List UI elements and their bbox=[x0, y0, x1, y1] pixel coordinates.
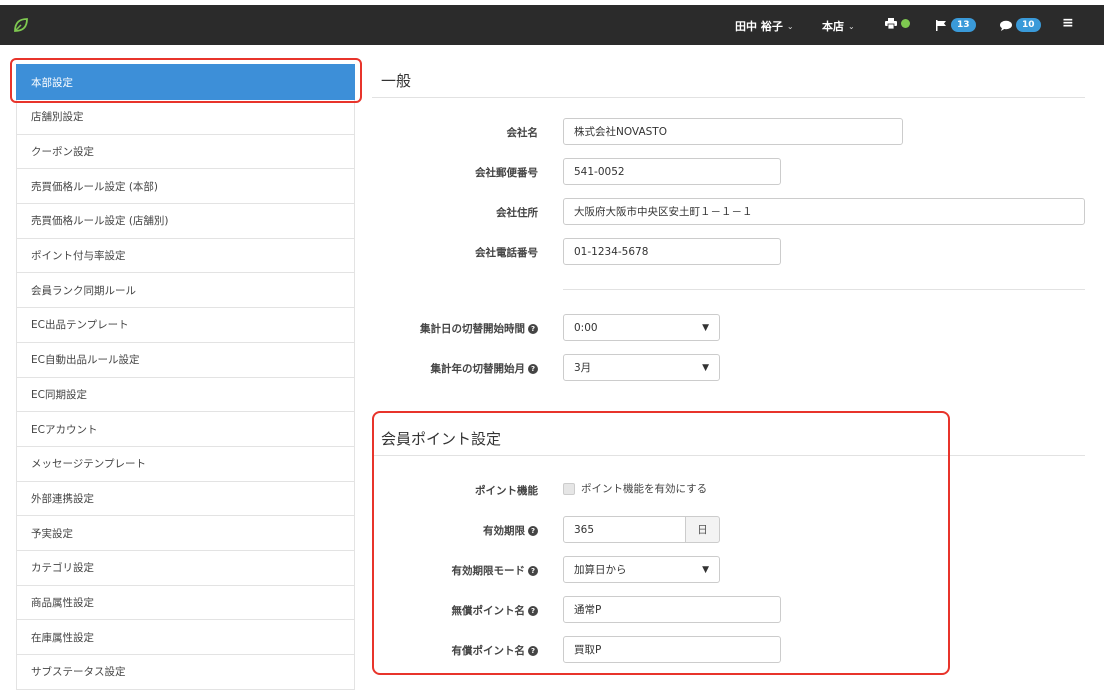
chevron-down-icon: ⌄ bbox=[786, 21, 794, 31]
sidebar-item-stock-attr[interactable]: 在庫属性設定 bbox=[16, 620, 355, 655]
sidebar-item-category[interactable]: カテゴリ設定 bbox=[16, 550, 355, 586]
sidebar-item-price-rule-hq[interactable]: 売買価格ルール設定 (本部) bbox=[16, 169, 355, 205]
sidebar-item-substatus[interactable]: サブステータス設定 bbox=[16, 655, 355, 690]
zip-label: 会社郵便番号 bbox=[475, 167, 538, 179]
chevron-down-icon: ▼ bbox=[702, 564, 709, 575]
expiry-input[interactable]: 365 bbox=[563, 516, 686, 543]
notifications-button[interactable]: 13 bbox=[936, 18, 976, 32]
printer-icon bbox=[885, 18, 897, 29]
sidebar-item-budget[interactable]: 予実設定 bbox=[16, 516, 355, 551]
user-menu[interactable]: 田中 裕子 ⌄ bbox=[735, 18, 794, 34]
address-input[interactable]: 大阪府大阪市中央区安土町１－１－１ bbox=[563, 198, 1085, 225]
free-point-name-label: 無償ポイント名? bbox=[363, 603, 538, 618]
hamburger-menu-icon[interactable]: ≡ bbox=[1062, 15, 1074, 31]
phone-label: 会社電話番号 bbox=[475, 247, 538, 259]
divider bbox=[372, 455, 1085, 456]
sidebar-item-external[interactable]: 外部連携設定 bbox=[16, 481, 355, 517]
sidebar-item-coupon[interactable]: クーポン設定 bbox=[16, 134, 355, 170]
comment-icon bbox=[1000, 20, 1012, 31]
section-title-general: 一般 bbox=[381, 72, 412, 90]
status-dot bbox=[901, 19, 910, 28]
expiry-unit: 日 bbox=[685, 516, 720, 543]
section-title-points: 会員ポイント設定 bbox=[381, 430, 502, 448]
top-navbar: 田中 裕子 ⌄ 本店 ⌄ 13 10 ≡ bbox=[0, 5, 1104, 45]
expiry-mode-select[interactable]: 加算日から ▼ bbox=[563, 556, 720, 583]
store-name: 本店 bbox=[822, 20, 844, 33]
point-feature-checkbox[interactable] bbox=[563, 482, 575, 495]
settings-sidebar: 本部設定 店舗別設定 クーポン設定 売買価格ルール設定 (本部) 売買価格ルール… bbox=[16, 64, 355, 690]
notification-badge: 13 bbox=[951, 18, 976, 32]
address-label: 会社住所 bbox=[496, 207, 538, 219]
day-switch-label: 集計日の切替開始時間? bbox=[363, 321, 538, 336]
sidebar-item-ec-template[interactable]: EC出品テンプレート bbox=[16, 308, 355, 343]
sidebar-item-product-attr[interactable]: 商品属性設定 bbox=[16, 585, 355, 621]
divider bbox=[372, 97, 1085, 98]
chevron-down-icon: ▼ bbox=[702, 362, 709, 373]
sidebar-item-point-rate[interactable]: ポイント付与率設定 bbox=[16, 238, 355, 274]
company-name-label: 会社名 bbox=[506, 127, 539, 139]
store-menu[interactable]: 本店 ⌄ bbox=[822, 18, 855, 34]
message-badge: 10 bbox=[1016, 18, 1041, 32]
messages-button[interactable]: 10 bbox=[1000, 18, 1041, 32]
printer-status[interactable] bbox=[885, 18, 910, 29]
phone-input[interactable]: 01-1234-5678 bbox=[563, 238, 781, 265]
user-name: 田中 裕子 bbox=[735, 20, 783, 33]
paid-point-name-label: 有償ポイント名? bbox=[363, 643, 538, 658]
sidebar-item-hq-settings[interactable]: 本部設定 bbox=[16, 64, 355, 100]
sidebar-item-ec-sync[interactable]: EC同期設定 bbox=[16, 377, 355, 413]
flag-icon bbox=[936, 19, 946, 31]
chevron-down-icon: ▼ bbox=[702, 322, 709, 333]
year-switch-label: 集計年の切替開始月? bbox=[363, 361, 538, 376]
help-icon[interactable]: ? bbox=[528, 526, 538, 536]
point-feature-label: ポイント機能 bbox=[475, 485, 538, 497]
leaf-logo-icon[interactable] bbox=[12, 16, 30, 34]
sidebar-item-message-template[interactable]: メッセージテンプレート bbox=[16, 446, 355, 482]
chevron-down-icon: ⌄ bbox=[848, 21, 855, 31]
help-icon[interactable]: ? bbox=[528, 606, 538, 616]
sidebar-item-member-rank[interactable]: 会員ランク同期ルール bbox=[16, 273, 355, 309]
sidebar-item-price-rule-store[interactable]: 売買価格ルール設定 (店舗別) bbox=[16, 204, 355, 239]
help-icon[interactable]: ? bbox=[528, 324, 538, 334]
expiry-label: 有効期限? bbox=[363, 523, 538, 538]
year-switch-select[interactable]: 3月 ▼ bbox=[563, 354, 720, 381]
help-icon[interactable]: ? bbox=[528, 646, 538, 656]
sidebar-item-ec-auto-listing[interactable]: EC自動出品ルール設定 bbox=[16, 342, 355, 378]
zip-input[interactable]: 541-0052 bbox=[563, 158, 781, 185]
paid-point-name-input[interactable]: 買取P bbox=[563, 636, 781, 663]
day-switch-select[interactable]: 0:00 ▼ bbox=[563, 314, 720, 341]
help-icon[interactable]: ? bbox=[528, 364, 538, 374]
divider bbox=[563, 289, 1085, 290]
sidebar-item-ec-account[interactable]: ECアカウント bbox=[16, 412, 355, 447]
point-feature-toggle[interactable]: ポイント機能を有効にする bbox=[563, 481, 707, 496]
free-point-name-input[interactable]: 通常P bbox=[563, 596, 781, 623]
expiry-mode-label: 有効期限モード? bbox=[363, 563, 538, 578]
sidebar-item-store-settings[interactable]: 店舗別設定 bbox=[16, 100, 355, 135]
help-icon[interactable]: ? bbox=[528, 566, 538, 576]
company-name-input[interactable]: 株式会社NOVASTO bbox=[563, 118, 903, 145]
